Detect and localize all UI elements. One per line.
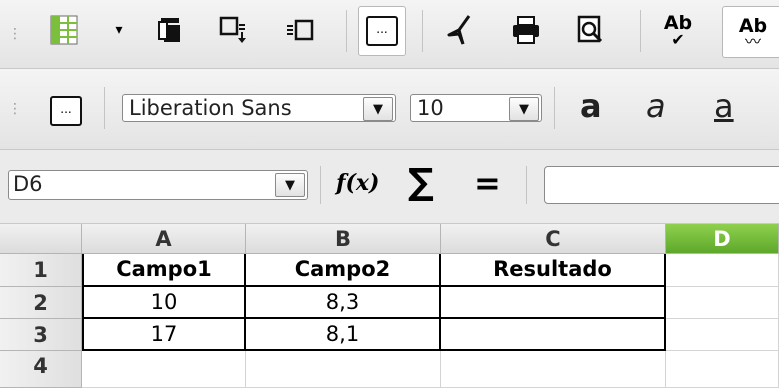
ellipsis-icon[interactable]: ... bbox=[358, 6, 406, 56]
cell-a2[interactable]: 10 bbox=[82, 287, 246, 319]
cell-c1[interactable]: Resultado bbox=[441, 254, 666, 287]
column-header-d[interactable]: D bbox=[666, 224, 779, 254]
cell-c2[interactable] bbox=[441, 287, 666, 319]
ellipsis-label: ... bbox=[50, 96, 82, 126]
row-header-3[interactable]: 3 bbox=[0, 319, 82, 351]
cell-a3[interactable]: 17 bbox=[82, 319, 246, 351]
formula-input[interactable] bbox=[544, 166, 779, 204]
cell-b2[interactable]: 8,3 bbox=[246, 287, 441, 319]
row-header-2[interactable]: 2 bbox=[0, 287, 82, 319]
sum-icon[interactable]: ∑ bbox=[408, 162, 434, 203]
toolbar-grip-icon[interactable]: ⋮ bbox=[8, 102, 22, 116]
ellipsis-label: ... bbox=[366, 16, 398, 46]
cell-c4[interactable] bbox=[441, 351, 666, 388]
cell-a1[interactable]: Campo1 bbox=[82, 254, 246, 287]
insert-columns-icon[interactable] bbox=[280, 8, 320, 52]
font-name-combo[interactable]: Liberation Sans ▼ bbox=[122, 94, 396, 122]
bold-button[interactable]: a bbox=[580, 87, 602, 125]
corner-header[interactable] bbox=[0, 224, 82, 254]
clone-format-icon[interactable] bbox=[440, 8, 480, 52]
equals-button[interactable]: = bbox=[474, 164, 501, 202]
function-wizard-button[interactable]: f(x) bbox=[336, 170, 379, 196]
cell-b1[interactable]: Campo2 bbox=[246, 254, 441, 287]
spreadsheet-grid: A B C D 1 2 3 4 Campo1 Campo2 Resultado … bbox=[0, 224, 779, 388]
toolbar-grip-icon[interactable]: ⋮ bbox=[8, 27, 22, 41]
cell-d1[interactable] bbox=[666, 254, 779, 287]
copy-icon[interactable] bbox=[150, 8, 190, 52]
chevron-down-icon[interactable]: ▼ bbox=[363, 97, 393, 121]
font-name-value: Liberation Sans bbox=[129, 96, 292, 120]
cell-b4[interactable] bbox=[246, 351, 441, 388]
spreadsheet-icon[interactable] bbox=[44, 8, 84, 52]
toolbar-separator bbox=[422, 10, 423, 52]
toolbar-separator bbox=[320, 166, 321, 204]
dropdown-arrow-icon[interactable]: ▾ bbox=[104, 8, 134, 52]
print-icon[interactable] bbox=[506, 8, 546, 52]
toolbar-separator bbox=[554, 87, 555, 129]
toolbar-separator bbox=[104, 87, 105, 129]
wavy-underline-icon: 〰 bbox=[744, 32, 761, 51]
cell-d3[interactable] bbox=[666, 319, 779, 351]
font-size-value: 10 bbox=[417, 96, 444, 120]
autospellcheck-icon[interactable]: Ab 〰 bbox=[722, 6, 779, 58]
name-box[interactable]: D6 ▼ bbox=[8, 170, 308, 200]
formatting-toolbar: ⋮ ... Liberation Sans ▼ 10 ▼ a a a bbox=[0, 69, 779, 150]
underline-button[interactable]: a bbox=[714, 87, 734, 125]
cell-b3[interactable]: 8,1 bbox=[246, 319, 441, 351]
formula-bar: D6 ▼ f(x) ∑ = bbox=[0, 150, 779, 224]
chevron-down-icon[interactable]: ▼ bbox=[509, 97, 539, 121]
row-header-4[interactable]: 4 bbox=[0, 351, 82, 388]
cell-d4[interactable] bbox=[666, 351, 779, 388]
cell-c3[interactable] bbox=[441, 319, 666, 351]
standard-toolbar: ⋮ ▾ ... Ab ✔ Ab 〰 bbox=[0, 0, 779, 69]
checkmark-icon: ✔ bbox=[671, 30, 685, 49]
print-preview-icon[interactable] bbox=[570, 8, 610, 52]
toolbar-separator bbox=[346, 10, 347, 52]
chevron-down-icon[interactable]: ▼ bbox=[275, 173, 305, 197]
font-size-combo[interactable]: 10 ▼ bbox=[410, 94, 542, 122]
ellipsis-icon[interactable]: ... bbox=[46, 89, 86, 133]
row-header-1[interactable]: 1 bbox=[0, 254, 82, 287]
column-header-a[interactable]: A bbox=[82, 224, 246, 254]
column-header-c[interactable]: C bbox=[441, 224, 666, 254]
toolbar-separator bbox=[640, 10, 641, 52]
insert-rows-icon[interactable] bbox=[212, 8, 252, 52]
spellcheck-icon[interactable]: Ab ✔ bbox=[658, 8, 698, 52]
cell-d2[interactable] bbox=[666, 287, 779, 319]
cell-a4[interactable] bbox=[82, 351, 246, 388]
toolbar-separator bbox=[526, 166, 527, 204]
italic-button[interactable]: a bbox=[646, 87, 666, 125]
name-box-value: D6 bbox=[13, 172, 43, 196]
column-header-b[interactable]: B bbox=[246, 224, 441, 254]
